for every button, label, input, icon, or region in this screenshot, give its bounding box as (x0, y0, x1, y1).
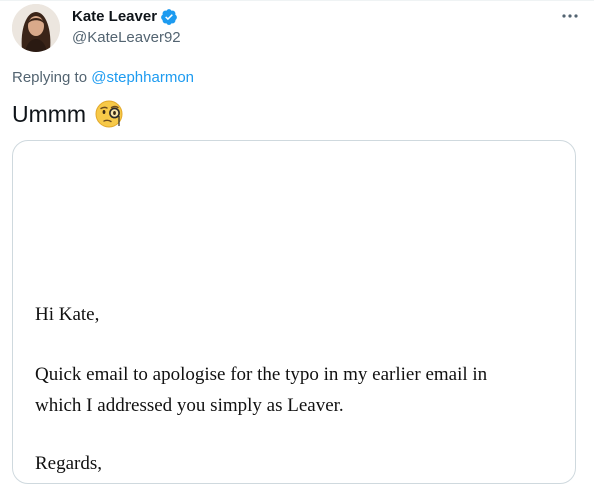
email-signoff: Regards, (35, 453, 103, 474)
verified-badge-icon (160, 8, 178, 26)
email-body-line: Quick email to apologise for the typo in… (35, 364, 488, 385)
email-greeting: Hi Kate, (35, 304, 100, 325)
face-with-monocle-icon (94, 99, 124, 129)
more-horizontal-icon (562, 14, 578, 18)
tweet-text-content: Ummm (12, 101, 87, 127)
tweet: Kate Leaver @KateLeaver92 Replying to @s… (0, 0, 594, 486)
replying-to: Replying to @stephharmon (12, 69, 194, 87)
name-row: Kate Leaver (72, 8, 178, 26)
more-options-button[interactable] (556, 4, 584, 28)
user-handle[interactable]: @KateLeaver92 (72, 29, 181, 47)
avatar[interactable] (12, 4, 60, 52)
divider (0, 0, 594, 1)
display-name[interactable]: Kate Leaver (72, 8, 157, 26)
replying-prefix: Replying to (12, 69, 88, 86)
tweet-text: Ummm (12, 99, 124, 129)
replying-to-link[interactable]: @stephharmon (91, 69, 194, 86)
email-body-line: which I addressed you simply as Leaver. (35, 395, 344, 416)
email-screenshot-image[interactable]: Hi Kate, Quick email to apologise for th… (12, 140, 576, 484)
